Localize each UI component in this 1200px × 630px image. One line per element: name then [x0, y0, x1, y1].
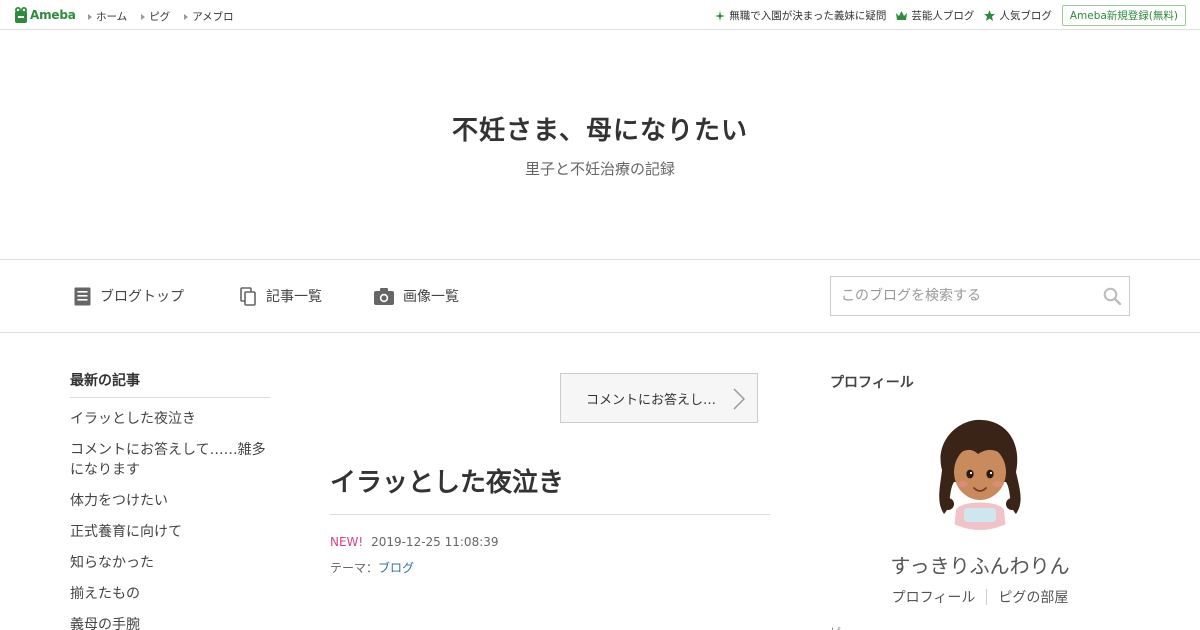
- article-link[interactable]: イラッとした夜泣き: [70, 409, 270, 429]
- trending-topic-label: 無職で入園が決まった義妹に疑問: [729, 10, 887, 22]
- separator: [986, 589, 988, 605]
- celebrity-blog-label: 芸能人ブログ: [911, 10, 975, 22]
- entry-meta: NEW! 2019-12-25 11:08:39: [330, 535, 499, 549]
- logo-text: Ameba: [30, 8, 76, 22]
- latest-articles: 最新の記事 イラッとした夜泣き コメントにお答えして……雑多になります 体力をつ…: [70, 370, 270, 630]
- article-link[interactable]: コメントにお答えして……雑多になります: [70, 440, 270, 480]
- article-link[interactable]: 知らなかった: [70, 553, 270, 573]
- profile-next-label: ピ: [830, 624, 841, 630]
- article-link[interactable]: 揃えたもの: [70, 584, 270, 604]
- blog-search: [830, 276, 1130, 316]
- new-badge: NEW!: [330, 535, 364, 549]
- entry-title[interactable]: イラッとした夜泣き: [330, 462, 564, 499]
- profile-links: プロフィール ピグの部屋: [830, 587, 1130, 607]
- nav-link-pigg[interactable]: ピグ: [141, 9, 170, 24]
- crown-icon: [896, 11, 908, 20]
- ameba-logo[interactable]: Ameba: [14, 6, 76, 24]
- chevron-right-icon: [733, 388, 745, 410]
- profile-link[interactable]: プロフィール: [892, 587, 976, 607]
- pigg-room-link[interactable]: ピグの部屋: [998, 587, 1068, 607]
- star-icon: [984, 10, 996, 21]
- blog-nav: ブログトップ 記事一覧 画像一覧: [0, 259, 1200, 333]
- document-icon: [74, 287, 91, 305]
- profile-heading: プロフィール: [830, 375, 914, 391]
- nav-label: 画像一覧: [403, 289, 459, 305]
- article-link[interactable]: 正式養育に向けて: [70, 522, 270, 542]
- latest-articles-heading: 最新の記事: [70, 370, 270, 398]
- nav-image-list[interactable]: 画像一覧: [374, 286, 459, 306]
- next-article-button[interactable]: コメントにお答えし…: [560, 373, 758, 423]
- nav-label: ブログトップ: [100, 289, 184, 305]
- frog-logo-icon: [15, 7, 27, 23]
- profile-username[interactable]: すっきりふんわりん: [830, 550, 1130, 579]
- trending-topic-link[interactable]: 無職で入園が決まった義妹に疑問: [715, 8, 886, 23]
- theme-link[interactable]: ブログ: [378, 561, 414, 575]
- avatar[interactable]: [920, 410, 1040, 530]
- title-divider: [330, 514, 770, 515]
- triangle-icon: [141, 13, 146, 20]
- popular-blog-label: 人気ブログ: [999, 10, 1052, 22]
- entry-theme: テーマ：ブログ: [330, 559, 414, 576]
- nav-link-home[interactable]: ホーム: [88, 9, 127, 24]
- next-article-label: コメントにお答えし…: [586, 392, 717, 408]
- header-links: 無職で入園が決まった義妹に疑問 芸能人ブログ 人気ブログ Ameba新規登録(無…: [715, 5, 1186, 26]
- theme-label: テーマ：: [330, 561, 379, 575]
- article-link[interactable]: 体力をつけたい: [70, 491, 270, 511]
- blog-title[interactable]: 不妊さま、母になりたい: [0, 110, 1200, 147]
- entry-date: 2019-12-25 11:08:39: [371, 535, 499, 549]
- global-nav: ホーム ピグ アメブロ: [88, 9, 248, 24]
- copy-icon: [240, 286, 256, 306]
- nav-label: 記事一覧: [266, 289, 322, 305]
- avatar-illustration: [920, 410, 1040, 530]
- nav-article-list[interactable]: 記事一覧: [240, 286, 322, 306]
- triangle-icon: [88, 13, 92, 20]
- triangle-icon: [184, 13, 189, 20]
- register-button[interactable]: Ameba新規登録(無料): [1061, 5, 1186, 26]
- sparkle-icon: [715, 10, 726, 21]
- blog-subtitle: 里子と不妊治療の記録: [524, 160, 675, 178]
- nav-label: ピグ: [149, 11, 171, 23]
- camera-icon: [374, 287, 394, 305]
- article-link[interactable]: 義母の手腕: [70, 615, 270, 630]
- latest-articles-list: イラッとした夜泣き コメントにお答えして……雑多になります 体力をつけたい 正式…: [70, 409, 270, 630]
- nav-label: ホーム: [96, 11, 128, 23]
- search-input[interactable]: [831, 277, 1091, 315]
- search-icon[interactable]: [1103, 287, 1121, 305]
- nav-blog-top[interactable]: ブログトップ: [74, 286, 184, 306]
- nav-link-ameblo[interactable]: アメブロ: [184, 9, 234, 24]
- nav-label: アメブロ: [192, 11, 234, 23]
- celebrity-blog-link[interactable]: 芸能人ブログ: [896, 8, 974, 23]
- global-header: Ameba ホーム ピグ アメブロ 無職で入園が決まった義妹に疑問 芸能人ブログ…: [0, 0, 1200, 30]
- popular-blog-link[interactable]: 人気ブログ: [984, 8, 1052, 23]
